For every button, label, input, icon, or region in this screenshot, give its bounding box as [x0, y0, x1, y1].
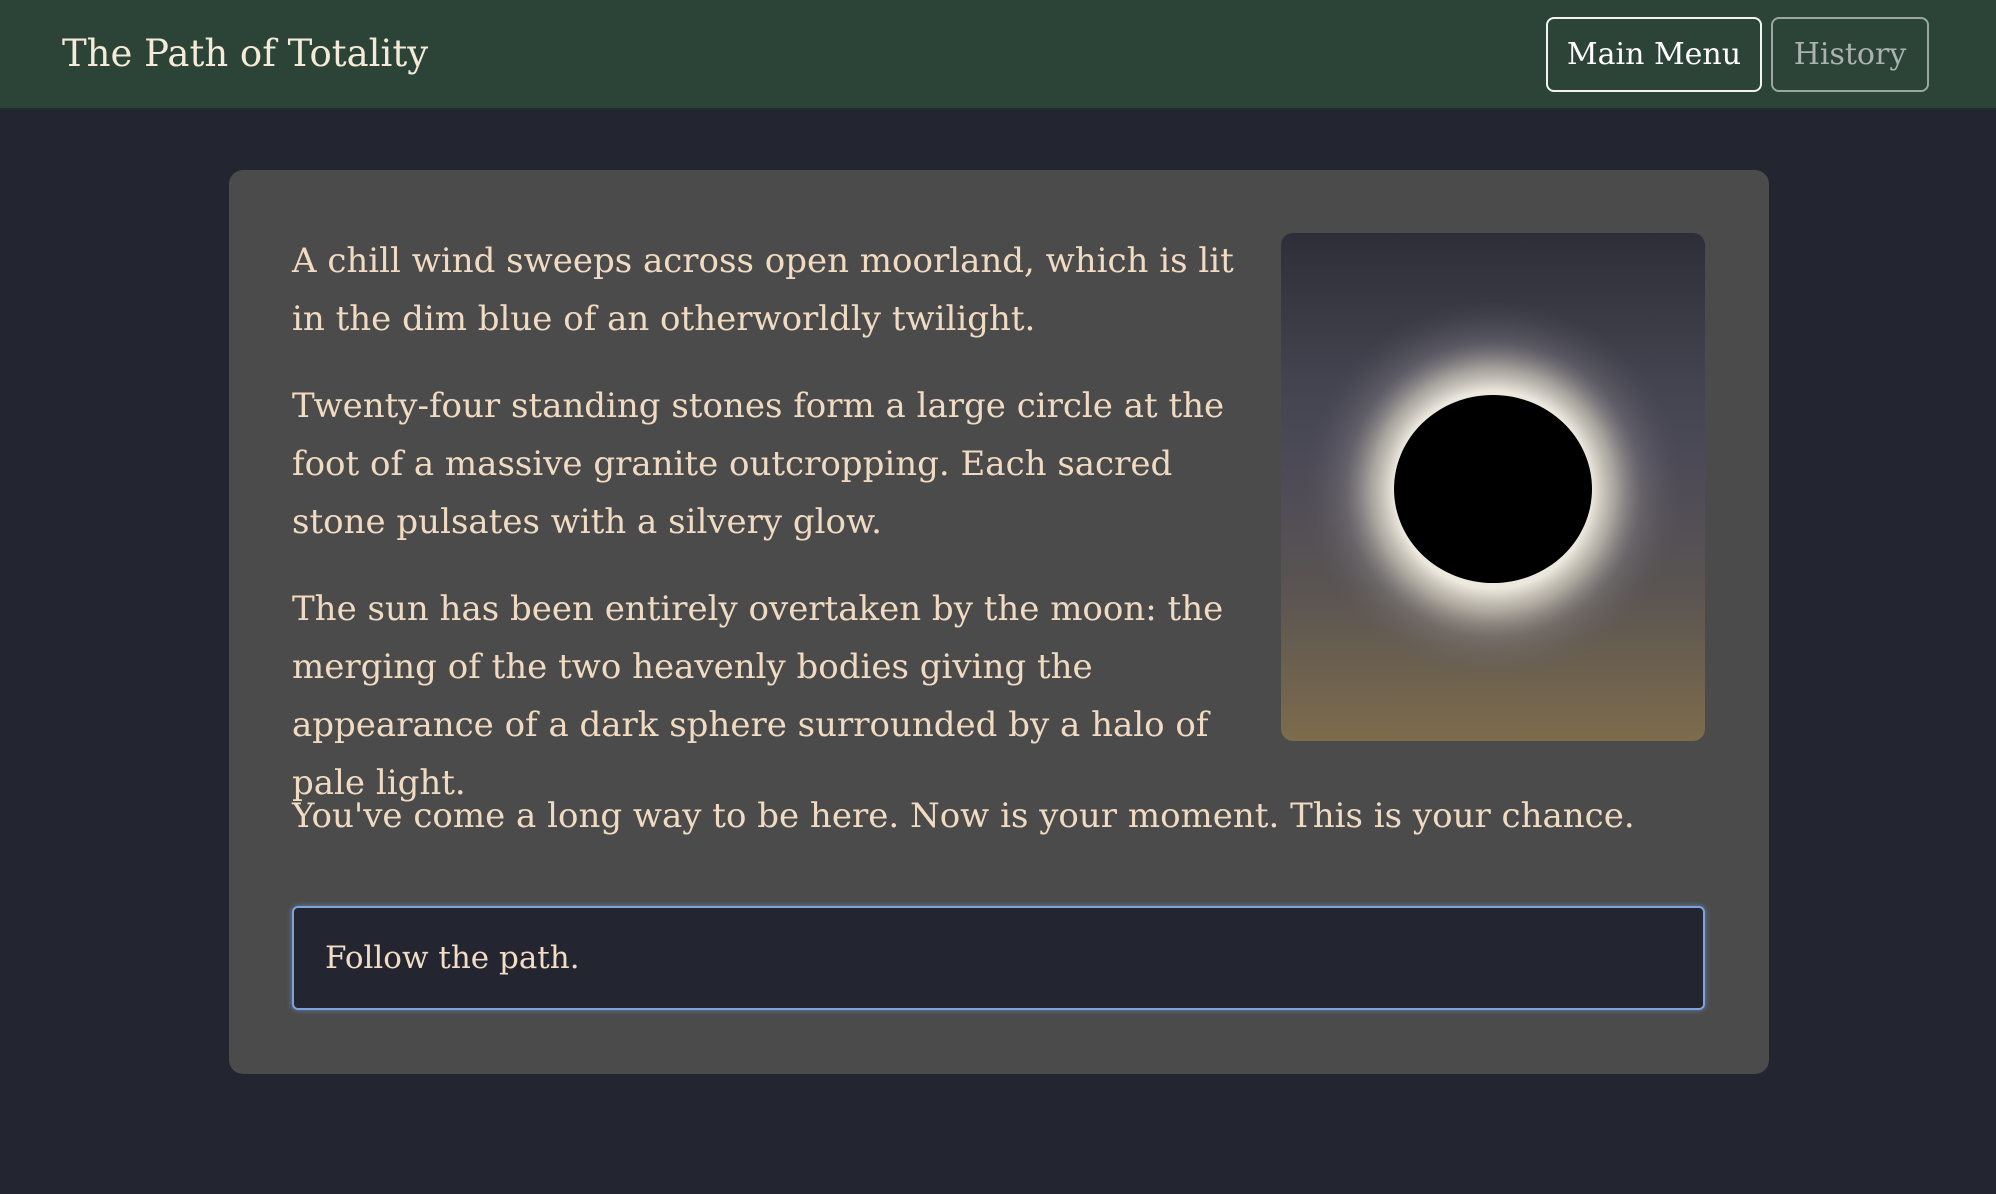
choice-follow-path[interactable]: Follow the path. [292, 906, 1705, 1010]
passage-paragraph: A chill wind sweeps across open moorland… [292, 241, 1234, 339]
eclipse-moon [1394, 395, 1592, 583]
passage-text: A chill wind sweeps across open moorland… [292, 232, 1237, 841]
main-menu-button[interactable]: Main Menu [1546, 17, 1762, 92]
history-button[interactable]: History [1771, 17, 1929, 92]
eclipse-icon [1303, 300, 1683, 680]
app-title: The Path of Totality [62, 32, 429, 75]
eclipse-image [1281, 233, 1705, 741]
passage-closing: You've come a long way to be here. Now i… [292, 796, 1635, 836]
passage-paragraph: Twenty-four standing stones form a large… [292, 386, 1225, 542]
passage-paragraph: The sun has been entirely overtaken by t… [292, 589, 1224, 803]
passage-card: A chill wind sweeps across open moorland… [229, 170, 1769, 1074]
top-bar: The Path of Totality Main Menu History [0, 0, 1996, 110]
